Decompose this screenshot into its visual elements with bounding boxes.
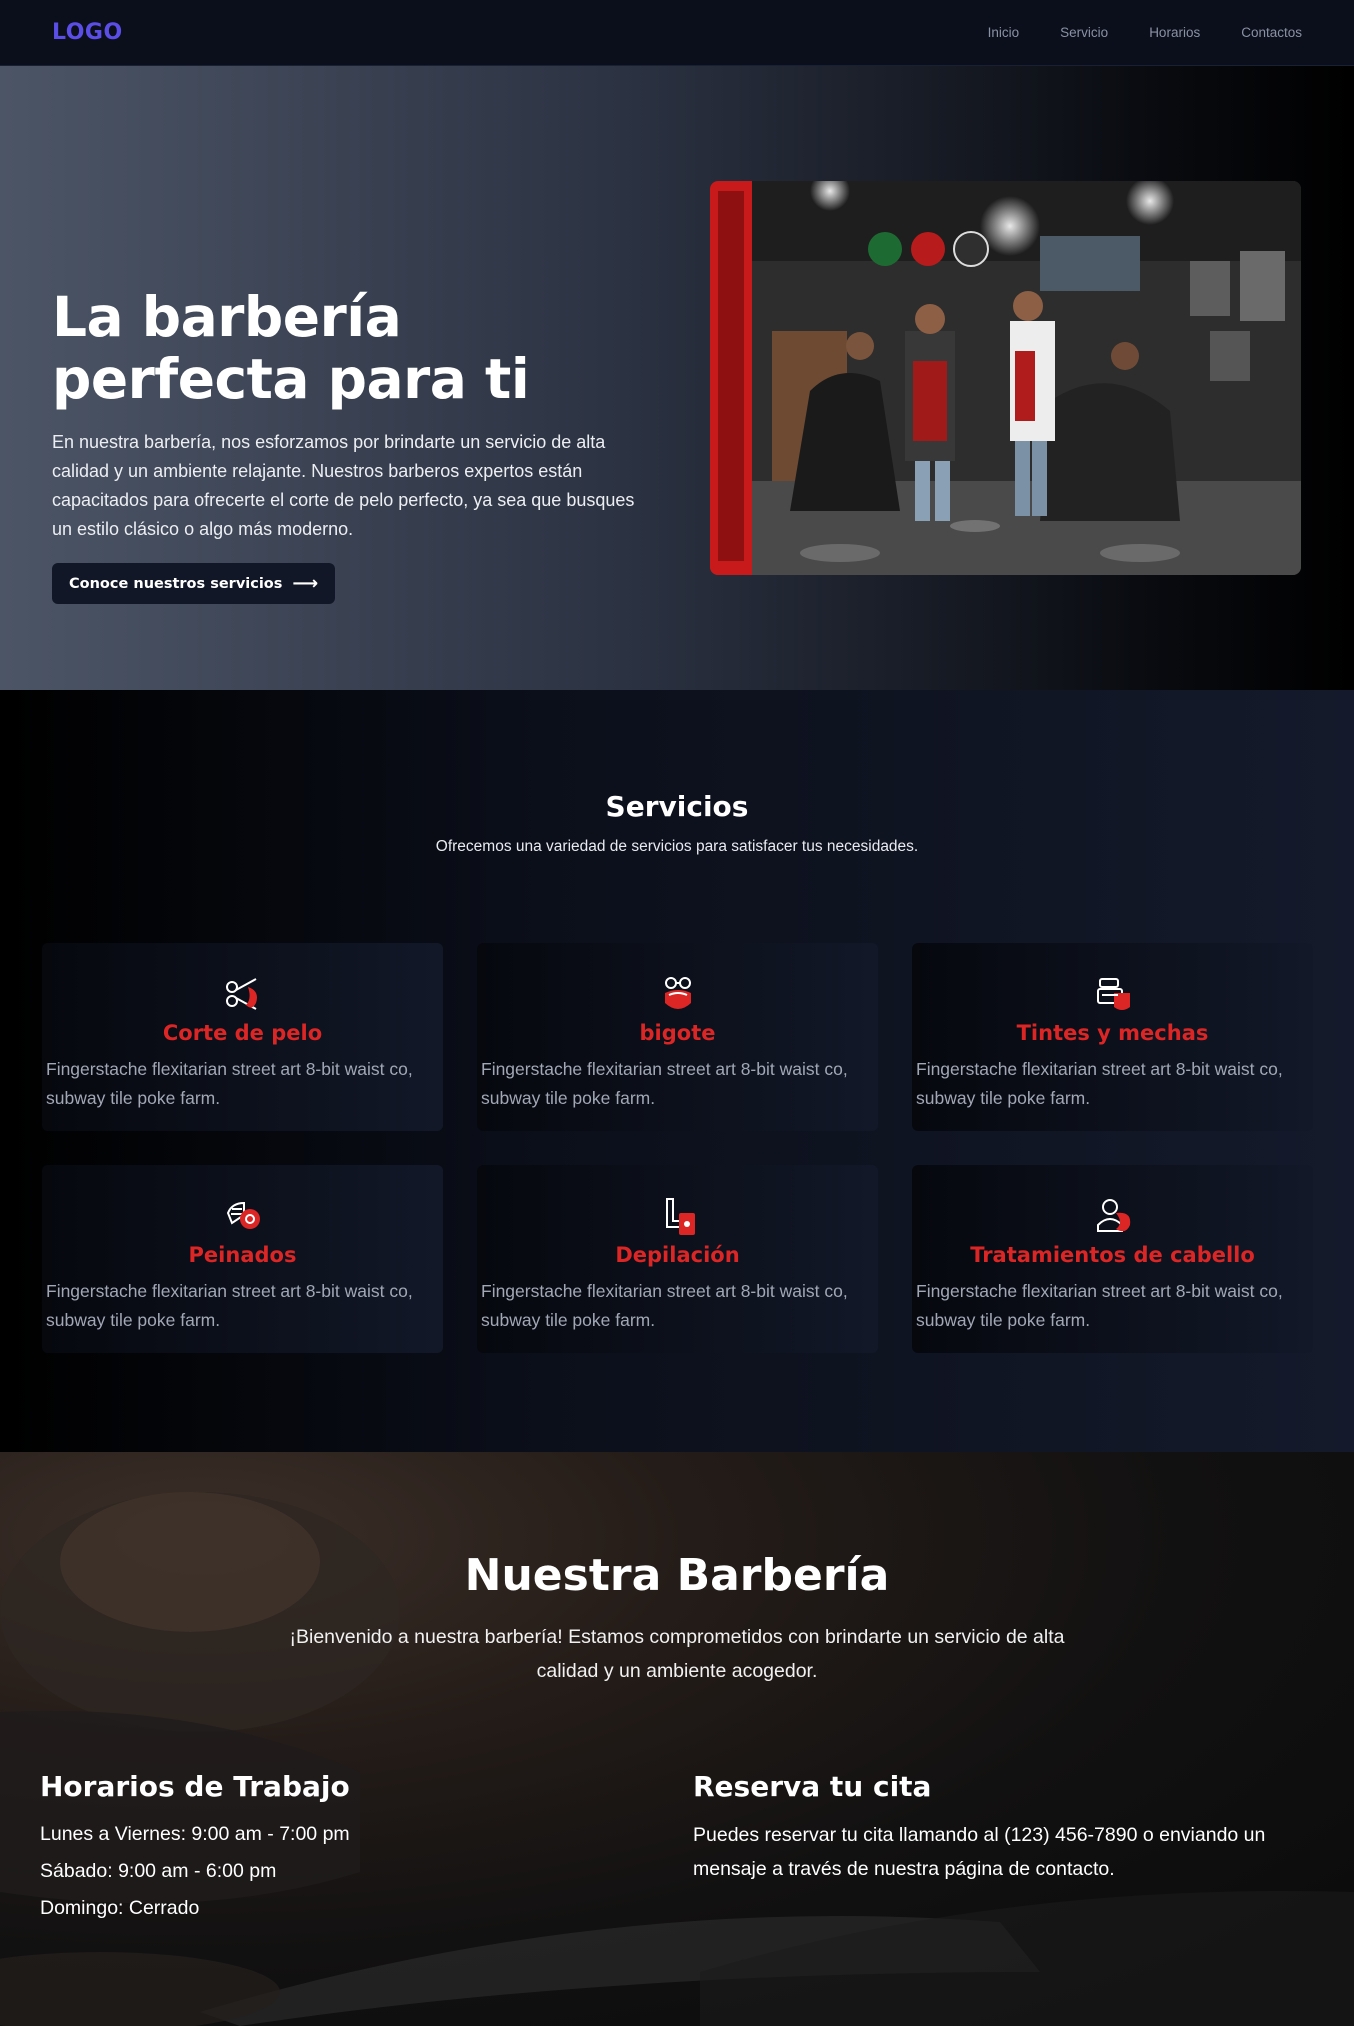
service-card: Tintes y mechas Fingerstache flexitarian… <box>912 943 1313 1131</box>
service-description: Fingerstache flexitarian street art 8-bi… <box>481 1281 848 1330</box>
service-card: bigote Fingerstache flexitarian street a… <box>477 943 878 1131</box>
barbershop-photo <box>710 181 1301 575</box>
hours-title: Horarios de Trabajo <box>40 1770 350 1803</box>
nav-link-inicio[interactable]: Inicio <box>988 25 1020 40</box>
hours-weekdays: Lunes a Viernes: 9:00 am - 7:00 pm <box>40 1823 350 1845</box>
nav-links: Inicio Servicio Horarios Contactos <box>988 25 1302 40</box>
nav-link-contactos[interactable]: Contactos <box>1241 25 1302 40</box>
service-card: Corte de pelo Fingerstache flexitarian s… <box>42 943 443 1131</box>
services-cta-button[interactable]: Conoce nuestros servicios ⟶ <box>52 563 336 604</box>
cta-label: Conoce nuestros servicios <box>69 575 283 592</box>
services-title: Servicios <box>605 790 749 823</box>
services-section: Servicios Ofrecemos una variedad de serv… <box>0 690 1354 1452</box>
service-title: Peinados <box>188 1243 297 1267</box>
service-card: Depilación Fingerstache flexitarian stre… <box>477 1165 878 1353</box>
hours-list: Lunes a Viernes: 9:00 am - 7:00 pm Sábad… <box>40 1816 350 1927</box>
comb-icon <box>222 1195 264 1237</box>
barber-tools-background <box>0 1492 1354 2026</box>
service-description: Fingerstache flexitarian street art 8-bi… <box>916 1059 1283 1108</box>
arrow-right-icon: ⟶ <box>292 573 319 594</box>
hours-sunday: Domingo: Cerrado <box>40 1897 200 1919</box>
hours-saturday: Sábado: 9:00 am - 6:00 pm <box>40 1860 277 1882</box>
hair-treatment-icon <box>1092 1195 1134 1237</box>
hero-title: La barbería perfecta para ti <box>52 285 530 411</box>
razor-icon <box>657 1195 699 1237</box>
service-description: Fingerstache flexitarian street art 8-bi… <box>46 1281 413 1330</box>
nav-link-horarios[interactable]: Horarios <box>1149 25 1200 40</box>
service-card: Peinados Fingerstache flexitarian street… <box>42 1165 443 1353</box>
nav-link-servicio[interactable]: Servicio <box>1060 25 1108 40</box>
booking-title: Reserva tu cita <box>693 1770 932 1803</box>
service-title: bigote <box>639 1021 716 1045</box>
scissors-icon <box>222 973 264 1015</box>
barberia-text: ¡Bienvenido a nuestra barbería! Estamos … <box>289 1626 1065 1682</box>
service-description: Fingerstache flexitarian street art 8-bi… <box>916 1281 1283 1330</box>
services-subtitle: Ofrecemos una variedad de servicios para… <box>435 838 919 855</box>
barberia-section: Nuestra Barbería ¡Bienvenido a nuestra b… <box>0 1452 1354 2026</box>
hero-description: En nuestra barbería, nos esforzamos por … <box>52 432 635 539</box>
service-title: Corte de pelo <box>162 1021 323 1045</box>
service-title: Depilación <box>615 1243 740 1267</box>
service-title: Tintes y mechas <box>1016 1021 1209 1045</box>
hair-dye-icon <box>1092 973 1134 1015</box>
service-title: Tratamientos de cabello <box>970 1243 1255 1267</box>
service-card: Tratamientos de cabello Fingerstache fle… <box>912 1165 1313 1353</box>
barberia-title: Nuestra Barbería <box>464 1550 890 1601</box>
service-description: Fingerstache flexitarian street art 8-bi… <box>46 1059 413 1108</box>
service-description: Fingerstache flexitarian street art 8-bi… <box>481 1059 848 1108</box>
hero-section: La barbería perfecta para ti En nuestra … <box>0 66 1354 690</box>
top-nav: LOGO Inicio Servicio Horarios Contactos <box>0 0 1354 66</box>
mustache-icon <box>657 973 699 1015</box>
logo[interactable]: LOGO <box>52 20 123 45</box>
booking-text: Puedes reservar tu cita llamando al (123… <box>693 1824 1266 1880</box>
